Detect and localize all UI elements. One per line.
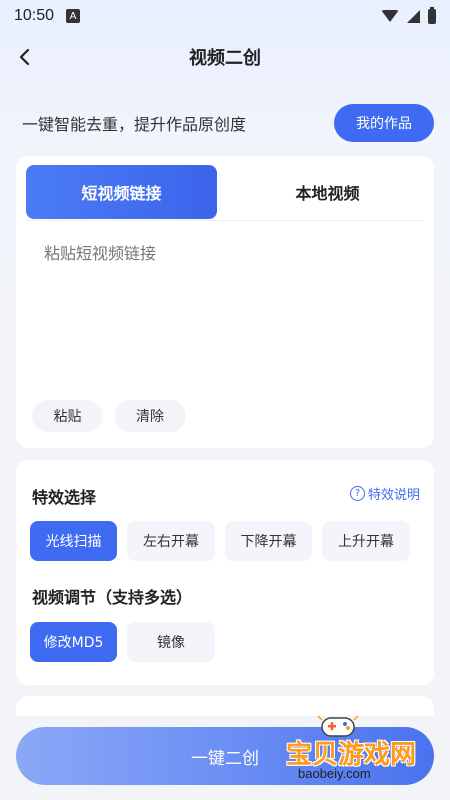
effect-up-curtain[interactable]: 上升开幕 bbox=[322, 521, 410, 561]
bottom-card bbox=[16, 696, 434, 716]
chevron-left-icon bbox=[19, 48, 30, 66]
link-card: 短视频链接 本地视频 粘贴 清除 bbox=[16, 156, 434, 448]
adjust-mirror[interactable]: 镜像 bbox=[127, 622, 215, 662]
clear-button[interactable]: 清除 bbox=[114, 400, 186, 432]
tab-local-video[interactable]: 本地视频 bbox=[221, 165, 434, 219]
effects-title: 特效选择 bbox=[32, 488, 97, 507]
source-tabs: 短视频链接 本地视频 bbox=[16, 156, 434, 220]
tab-short-video-link[interactable]: 短视频链接 bbox=[26, 165, 217, 219]
effects-help-link[interactable]: ? 特效说明 bbox=[349, 484, 420, 503]
back-button[interactable] bbox=[12, 44, 38, 70]
intro-row: 一键智能去重，提升作品原创度 我的作品 bbox=[22, 104, 434, 142]
effects-help-label: 特效说明 bbox=[367, 488, 420, 503]
status-bar: 10:50 A bbox=[0, 0, 450, 32]
effects-card: 特效选择 ? 特效说明 光线扫描 左右开幕 下降开幕 上升开幕 视频调节（支持多… bbox=[16, 460, 434, 685]
notification-a-icon: A bbox=[66, 9, 81, 23]
battery-icon bbox=[428, 6, 436, 24]
tab-divider bbox=[26, 220, 424, 221]
signal-icon bbox=[407, 9, 420, 23]
status-time: 10:50 bbox=[14, 7, 55, 24]
adjust-modify-md5[interactable]: 修改MD5 bbox=[30, 622, 117, 662]
one-click-remix-button[interactable]: 一键二创 bbox=[16, 727, 434, 785]
effect-light-scan[interactable]: 光线扫描 bbox=[30, 521, 117, 561]
video-link-input[interactable] bbox=[44, 238, 404, 268]
my-works-button[interactable]: 我的作品 bbox=[334, 104, 434, 142]
adjust-title: 视频调节（支持多选） bbox=[32, 588, 193, 607]
wifi-icon bbox=[381, 10, 399, 22]
effect-side-curtain[interactable]: 左右开幕 bbox=[127, 521, 215, 561]
intro-text: 一键智能去重，提升作品原创度 bbox=[22, 115, 247, 134]
status-indicators bbox=[381, 6, 436, 24]
effect-down-curtain[interactable]: 下降开幕 bbox=[225, 521, 312, 561]
page-title: 视频二创 bbox=[189, 48, 261, 69]
nav-bar: 视频二创 bbox=[0, 32, 450, 82]
question-icon: ? bbox=[349, 486, 365, 501]
paste-button[interactable]: 粘贴 bbox=[32, 400, 103, 432]
